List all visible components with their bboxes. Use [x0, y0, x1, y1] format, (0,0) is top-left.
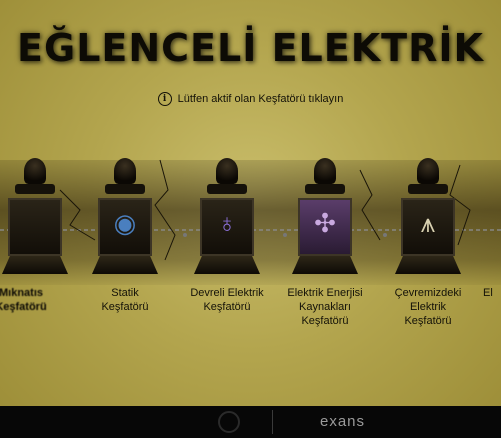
lightbulb-icon: ♁ — [217, 208, 237, 238]
footer-bar: exans — [0, 406, 501, 438]
static-explorer[interactable]: ◉ — [90, 158, 160, 278]
device-label-energy: Elektrik Enerjisi Kaynakları Keşfatörü — [287, 287, 363, 327]
divider — [272, 410, 273, 434]
static-ball-icon: ◉ — [113, 208, 137, 238]
device-label-circuit: Devreli Elektrik Keşfatörü — [190, 287, 264, 313]
environment-explorer[interactable]: ⩚ — [393, 158, 463, 278]
device-label-static: Statik Keşfatörü — [101, 287, 149, 313]
magnet-explorer[interactable] — [0, 158, 70, 278]
circuit-explorer[interactable]: ♁ — [192, 158, 262, 278]
info-icon: i — [157, 92, 172, 106]
circle-icon — [218, 411, 240, 433]
device-label-magnet: Mıknatıs Keşfatörü — [0, 287, 47, 313]
hint-text: Lütfen aktif olan Keşfatörü tıklayın — [177, 92, 344, 105]
hint: i Lütfen aktif olan Keşfatörü tıklayın — [0, 92, 501, 106]
energy-sources-explorer[interactable]: ✣ — [290, 158, 360, 278]
power-tower-icon: ⩚ — [420, 208, 436, 238]
device-label-environment: Çevremizdeki Elektrik Keşfatörü — [394, 287, 462, 327]
page-title: EĞLENCELİ ELEKTRİK — [17, 26, 484, 70]
device-label-partial: El — [483, 287, 493, 299]
wind-turbine-icon: ✣ — [314, 208, 336, 238]
brand-logo: exans — [320, 413, 366, 430]
